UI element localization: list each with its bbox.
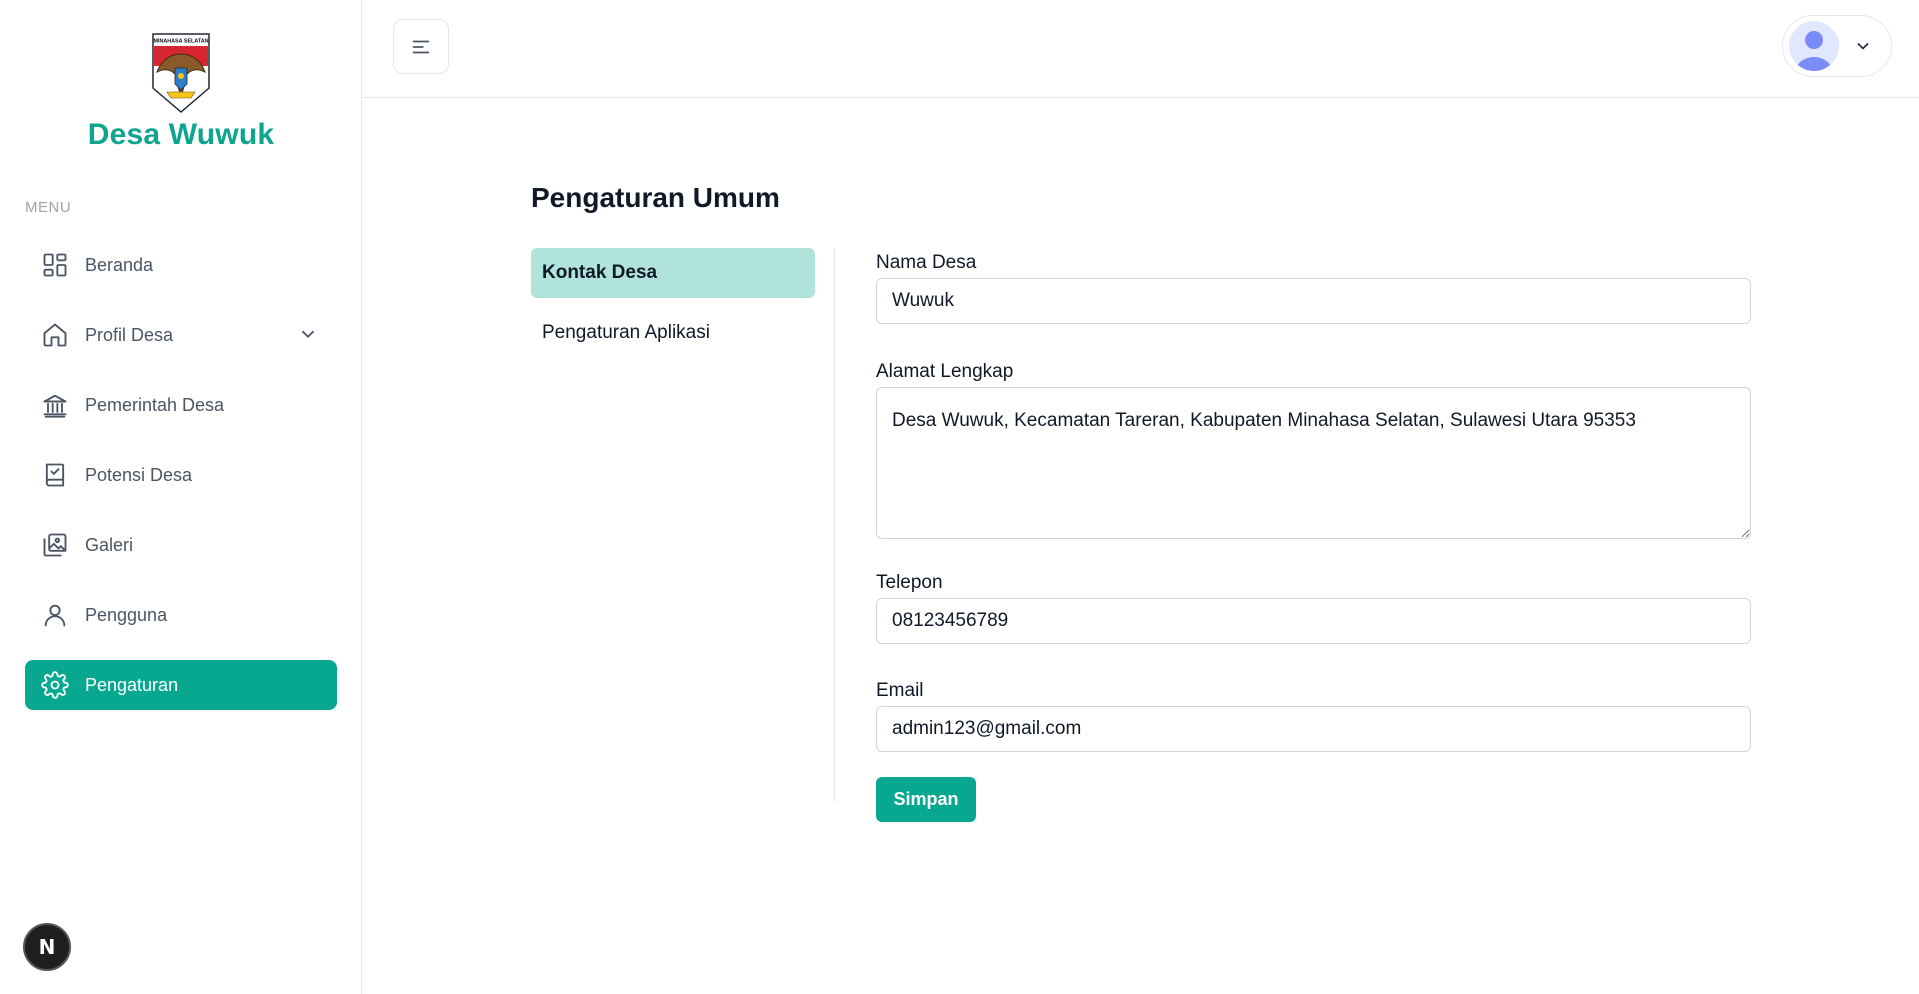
sidebar-item-beranda[interactable]: Beranda	[25, 240, 337, 290]
email-input[interactable]	[876, 706, 1751, 752]
sidebar-item-pengaturan[interactable]: Pengaturan	[25, 660, 337, 710]
save-button[interactable]: Simpan	[876, 777, 976, 822]
chevron-down-icon[interactable]	[297, 323, 319, 345]
tab-pengaturan-aplikasi[interactable]: Pengaturan Aplikasi	[531, 308, 815, 358]
user-menu-button[interactable]	[1782, 15, 1892, 77]
tab-kontak-desa[interactable]: Kontak Desa	[531, 248, 815, 298]
page-title: Pengaturan Umum	[531, 182, 780, 213]
telepon-input[interactable]	[876, 598, 1751, 644]
sidebar-item-label: Beranda	[85, 254, 154, 275]
sidebar-item-pemerintah-desa[interactable]: Pemerintah Desa	[25, 380, 337, 430]
framework-badge[interactable]: N	[23, 923, 71, 971]
email-label: Email	[876, 680, 924, 701]
nama-desa-label: Nama Desa	[876, 252, 977, 273]
menu-toggle-button[interactable]	[393, 19, 449, 74]
sidebar-item-label: Pemerintah Desa	[85, 394, 225, 415]
sidebar-item-pengguna[interactable]: Pengguna	[25, 590, 337, 640]
home-icon	[40, 320, 70, 350]
user-icon	[40, 600, 70, 630]
brand-name[interactable]: Desa Wuwuk	[0, 118, 362, 152]
menu-section-label: MENU	[25, 199, 72, 216]
app-root: MINAHASA SELATAN Desa Wuwuk MENU Beranda	[0, 0, 1919, 994]
telepon-label: Telepon	[876, 572, 943, 593]
alamat-lengkap-textarea[interactable]: Desa Wuwuk, Kecamatan Tareran, Kabupaten…	[876, 387, 1751, 539]
book-check-icon	[40, 460, 70, 490]
sidebar-item-label: Pengaturan	[85, 674, 179, 695]
contact-form: Nama Desa Alamat Lengkap Desa Wuwuk, Kec…	[876, 252, 1751, 822]
alamat-lengkap-label: Alamat Lengkap	[876, 361, 1014, 382]
sidebar: MINAHASA SELATAN Desa Wuwuk MENU Beranda	[0, 0, 362, 994]
gear-icon	[40, 670, 70, 700]
settings-subnav: Kontak Desa Pengaturan Aplikasi	[531, 248, 815, 368]
brand: MINAHASA SELATAN Desa Wuwuk	[0, 32, 362, 152]
sidebar-item-label: Pengguna	[85, 604, 168, 625]
chevron-down-icon	[1853, 36, 1873, 56]
sidebar-item-galeri[interactable]: Galeri	[25, 520, 337, 570]
hamburger-icon	[412, 40, 430, 53]
sidebar-item-label: Profil Desa	[85, 324, 174, 345]
minahasa-selatan-logo: MINAHASA SELATAN	[152, 33, 210, 113]
sidebar-item-profil-desa[interactable]: Profil Desa	[25, 310, 337, 360]
sidebar-item-potensi-desa[interactable]: Potensi Desa	[25, 450, 337, 500]
sidebar-item-label: Potensi Desa	[85, 464, 193, 485]
vertical-divider	[834, 248, 835, 802]
avatar-icon	[1789, 21, 1839, 71]
sidebar-nav: Beranda Profil Desa Pemerintah Desa Pote…	[25, 240, 337, 730]
nama-desa-input[interactable]	[876, 278, 1751, 324]
sidebar-item-label: Galeri	[85, 534, 134, 555]
dashboard-icon	[40, 250, 70, 280]
gallery-icon	[40, 530, 70, 560]
bank-icon	[40, 390, 70, 420]
svg-text:MINAHASA SELATAN: MINAHASA SELATAN	[154, 39, 209, 45]
top-header	[362, 0, 1919, 98]
